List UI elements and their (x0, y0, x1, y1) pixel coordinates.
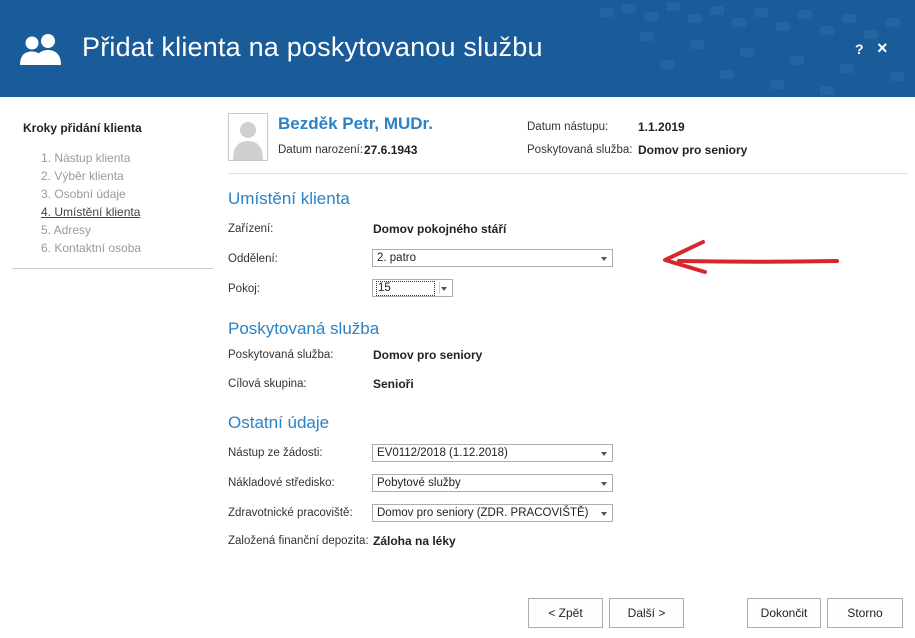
service-heading: Poskytovaná služba (228, 319, 380, 338)
cancel-button[interactable]: Storno (827, 598, 903, 628)
chevron-down-icon (601, 452, 607, 456)
chevron-down-icon (601, 257, 607, 261)
deposit-label: Založená finanční depozita: (228, 535, 369, 547)
person-placeholder-icon (229, 114, 267, 160)
summary-divider (228, 173, 908, 174)
request-label: Nástup ze žádosti: (228, 447, 323, 459)
room-select-divider (439, 282, 440, 294)
chevron-down-icon (441, 287, 447, 291)
users-icon (20, 34, 61, 65)
cost-center-select[interactable]: Pobytové služby (372, 474, 613, 492)
other-heading: Ostatní údaje (228, 413, 330, 432)
finish-button[interactable]: Dokončit (747, 598, 821, 628)
start-date-label: Datum nástupu: (527, 121, 609, 133)
room-select-value: 15 (376, 281, 435, 296)
birth-date-value: 27.6.1943 (364, 143, 418, 157)
client-name: Bezděk Petr, MUDr. (278, 114, 433, 133)
placement-heading: Umístění klienta (228, 189, 350, 208)
back-button[interactable]: < Zpět (528, 598, 603, 628)
dialog-header: Přidat klienta na poskytovanou službu ? … (0, 0, 915, 97)
deposit-value: Záloha na léky (373, 534, 456, 548)
department-select[interactable]: 2. patro (372, 249, 613, 267)
help-icon[interactable]: ? (855, 41, 864, 57)
department-label: Oddělení: (228, 253, 278, 265)
sidebar-divider (12, 268, 213, 269)
health-workplace-label: Zdravotnické pracoviště: (228, 507, 353, 519)
header-service-label: Poskytovaná služba: (527, 144, 633, 156)
request-select-value: EV0112/2018 (1.12.2018) (377, 447, 508, 459)
service-value: Domov pro seniory (373, 348, 483, 362)
target-group-label: Cílová skupina: (228, 378, 307, 390)
step-item[interactable]: 6. Kontaktní osoba (41, 241, 141, 259)
request-select[interactable]: EV0112/2018 (1.12.2018) (372, 444, 613, 462)
cost-center-select-value: Pobytové služby (377, 477, 461, 489)
dialog-title: Přidat klienta na poskytovanou službu (82, 32, 543, 62)
health-workplace-select[interactable]: Domov pro seniory (ZDR. PRACOVIŠTĚ) (372, 504, 613, 522)
step-item[interactable]: 1. Nástup klienta (41, 151, 141, 169)
chevron-down-icon (601, 512, 607, 516)
start-date-value: 1.1.2019 (638, 120, 685, 134)
target-group-value: Senioři (373, 377, 414, 391)
step-item[interactable]: 3. Osobní údaje (41, 187, 141, 205)
department-select-value: 2. patro (377, 252, 416, 264)
step-item[interactable]: 2. Výběr klienta (41, 169, 141, 187)
room-select[interactable]: 15 (372, 279, 453, 297)
chevron-down-icon (601, 482, 607, 486)
facility-value: Domov pokojného stáří (373, 222, 507, 236)
next-button[interactable]: Další > (609, 598, 684, 628)
close-icon[interactable]: × (877, 38, 888, 59)
steps-title: Kroky přidání klienta (23, 121, 142, 135)
service-label: Poskytovaná služba: (228, 349, 334, 361)
header-service-value: Domov pro seniory (638, 143, 748, 157)
facility-label: Zařízení: (228, 223, 274, 235)
annotation-arrow-icon (663, 240, 839, 274)
cost-center-label: Nákladové středisko: (228, 477, 335, 489)
client-photo (228, 113, 268, 161)
birth-date-label: Datum narození: (278, 144, 364, 156)
steps-list: 1. Nástup klienta 2. Výběr klienta 3. Os… (41, 151, 141, 259)
step-item[interactable]: 5. Adresy (41, 223, 141, 241)
health-workplace-select-value: Domov pro seniory (ZDR. PRACOVIŠTĚ) (377, 507, 589, 519)
room-label: Pokoj: (228, 283, 260, 295)
step-item-active[interactable]: 4. Umístění klienta (41, 205, 141, 223)
